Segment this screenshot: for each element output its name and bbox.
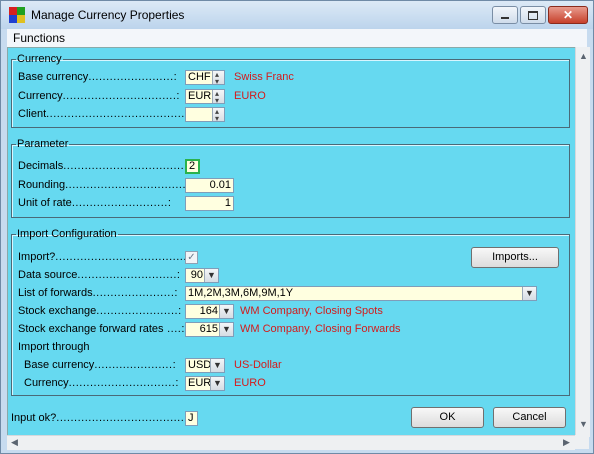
through-currency-dropdown-icon[interactable]: ▼ xyxy=(210,377,224,390)
minimize-button[interactable] xyxy=(492,6,518,24)
base-currency-field[interactable]: CHF xyxy=(185,70,225,85)
currency-field[interactable]: EUR xyxy=(185,89,225,104)
stock-exchange-label: Stock exchange.......................: xyxy=(18,305,182,317)
close-button[interactable]: ✕ xyxy=(548,6,588,24)
vertical-scrollbar[interactable]: ▲ ▼ xyxy=(575,47,590,437)
list-of-forwards-field[interactable]: 1M,2M,3M,6M,9M,1Y ▼ xyxy=(185,286,537,301)
stock-exchange-forward-name: WM Company, Closing Forwards xyxy=(240,323,401,335)
through-currency-field[interactable]: EUR ▼ xyxy=(185,376,225,391)
ok-button[interactable]: OK xyxy=(411,407,484,428)
list-of-forwards-label: List of forwards.......................: xyxy=(18,287,178,299)
menu-bar: Functions xyxy=(7,29,587,48)
rounding-field[interactable]: 0.01 xyxy=(185,178,234,193)
parameter-group-legend: Parameter xyxy=(17,138,69,150)
client-spinner[interactable] xyxy=(212,108,224,121)
stock-exchange-dropdown-icon[interactable]: ▼ xyxy=(219,305,233,318)
cancel-button[interactable]: Cancel xyxy=(493,407,566,428)
stock-exchange-forward-label: Stock exchange forward rates ....: xyxy=(18,323,185,335)
through-base-currency-dropdown-icon[interactable]: ▼ xyxy=(210,359,224,372)
unit-of-rate-label: Unit of rate...........................: xyxy=(18,197,171,209)
currency-group-legend: Currency xyxy=(17,53,62,65)
base-currency-name: Swiss Franc xyxy=(234,71,294,83)
resize-grip[interactable] xyxy=(575,435,589,449)
scroll-left-icon[interactable]: ◀ xyxy=(11,437,18,448)
base-currency-label: Base currency........................: xyxy=(18,71,177,83)
rounding-label: Rounding................................… xyxy=(18,179,193,191)
decimals-field[interactable]: 2 xyxy=(185,159,200,174)
maximize-button[interactable] xyxy=(520,6,546,24)
scroll-down-icon[interactable]: ▼ xyxy=(579,419,588,429)
manage-currency-window: Manage Currency Properties ✕ Functions C… xyxy=(0,0,594,454)
close-icon: ✕ xyxy=(562,8,574,22)
imports-button[interactable]: Imports... xyxy=(471,247,559,268)
import-configuration-legend: Import Configuration xyxy=(17,228,117,240)
client-field[interactable] xyxy=(185,107,225,122)
currency-name: EURO xyxy=(234,90,266,102)
stock-exchange-forward-field[interactable]: 615 ▼ xyxy=(185,322,234,337)
currency-spinner[interactable] xyxy=(212,90,224,103)
data-source-label: Data source............................: xyxy=(18,269,180,281)
input-ok-field[interactable]: J xyxy=(185,411,198,426)
scroll-right-icon[interactable]: ▶ xyxy=(563,437,570,448)
client-label: Client..................................… xyxy=(18,108,199,120)
horizontal-scrollbar[interactable]: ◀ ▶ xyxy=(7,435,575,450)
form-area: Currency Base currency..................… xyxy=(7,47,581,437)
through-base-currency-label: Base currency......................: xyxy=(24,359,176,371)
title-bar: Manage Currency Properties ✕ xyxy=(1,1,593,29)
stock-exchange-name: WM Company, Closing Spots xyxy=(240,305,383,317)
decimals-label: Decimals................................… xyxy=(18,160,194,172)
window-title: Manage Currency Properties xyxy=(31,8,185,22)
minimize-icon xyxy=(501,17,509,19)
import-through-label: Import through xyxy=(18,341,90,353)
data-source-dropdown-icon[interactable]: ▼ xyxy=(204,269,218,282)
stock-exchange-forward-dropdown-icon[interactable]: ▼ xyxy=(219,323,233,336)
menu-functions[interactable]: Functions xyxy=(13,31,65,45)
through-base-currency-field[interactable]: USD ▼ xyxy=(185,358,225,373)
through-currency-name: EURO xyxy=(234,377,266,389)
through-base-currency-name: US-Dollar xyxy=(234,359,282,371)
scroll-up-icon[interactable]: ▲ xyxy=(579,51,588,61)
through-currency-label: Currency..............................: xyxy=(24,377,179,389)
maximize-icon xyxy=(528,10,538,20)
input-ok-label: Input ok?...............................… xyxy=(11,412,191,424)
list-of-forwards-dropdown-icon[interactable]: ▼ xyxy=(522,287,536,300)
app-icon xyxy=(9,7,25,23)
import-checkbox[interactable]: ✓ xyxy=(185,251,198,264)
stock-exchange-field[interactable]: 164 ▼ xyxy=(185,304,234,319)
base-currency-spinner[interactable] xyxy=(212,71,224,84)
unit-of-rate-field[interactable]: 1 xyxy=(185,196,234,211)
currency-label: Currency................................… xyxy=(18,90,180,102)
import-label: Import?.................................… xyxy=(18,251,197,263)
data-source-field[interactable]: 90 ▼ xyxy=(185,268,219,283)
